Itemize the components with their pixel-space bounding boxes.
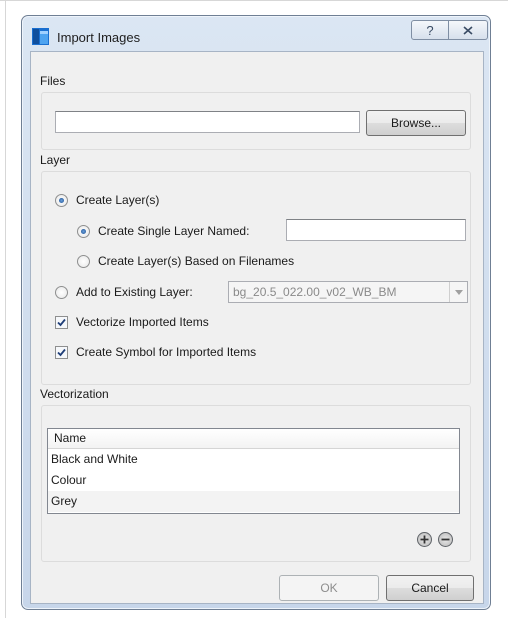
vectorize-checkbox[interactable] bbox=[55, 315, 68, 329]
vectorization-list[interactable]: Name Black and White Colour Grey bbox=[47, 428, 460, 514]
page-top-rule bbox=[0, 0, 508, 1]
layers-from-filenames-label: Create Layer(s) Based on Filenames bbox=[98, 254, 295, 268]
create-layers-option[interactable]: Create Layer(s) bbox=[55, 193, 159, 207]
help-button[interactable]: ? bbox=[411, 20, 449, 40]
help-icon: ? bbox=[426, 22, 434, 38]
existing-layer-select[interactable]: bg_20.5_022.00_v02_WB_BM bbox=[228, 281, 468, 303]
cancel-button[interactable]: Cancel bbox=[386, 575, 474, 601]
ok-button-label: OK bbox=[320, 581, 338, 595]
dialog-title: Import Images bbox=[57, 30, 141, 45]
create-layers-radio[interactable] bbox=[55, 193, 68, 207]
vectorization-group-label: Vectorization bbox=[40, 387, 109, 401]
list-item[interactable]: Colour bbox=[48, 470, 459, 491]
close-icon bbox=[463, 25, 473, 35]
ok-button[interactable]: OK bbox=[279, 575, 379, 601]
title-bar[interactable]: Import Images ? bbox=[22, 16, 490, 52]
existing-layer-value: bg_20.5_022.00_v02_WB_BM bbox=[233, 285, 397, 299]
checkmark-icon bbox=[57, 348, 66, 356]
layers-from-filenames-option[interactable]: Create Layer(s) Based on Filenames bbox=[77, 254, 294, 268]
create-single-layer-label: Create Single Layer Named: bbox=[98, 224, 250, 238]
plus-circle-icon[interactable] bbox=[417, 532, 432, 547]
create-layers-label: Create Layer(s) bbox=[76, 193, 160, 207]
minus-circle-icon[interactable] bbox=[438, 532, 453, 547]
page-left-rule bbox=[5, 0, 6, 618]
layer-group-label: Layer bbox=[40, 153, 71, 167]
list-item[interactable]: Grey bbox=[48, 491, 459, 512]
files-group-label: Files bbox=[40, 74, 66, 88]
chevron-down-icon bbox=[449, 282, 467, 302]
browse-button[interactable]: Browse... bbox=[366, 110, 466, 136]
import-images-dialog: Import Images ? Files Browse... Layer Cr… bbox=[21, 15, 491, 610]
vectorize-label: Vectorize Imported Items bbox=[76, 315, 209, 329]
vectorize-option[interactable]: Vectorize Imported Items bbox=[55, 315, 209, 329]
create-single-layer-radio[interactable] bbox=[77, 224, 90, 238]
add-existing-layer-radio[interactable] bbox=[55, 285, 68, 299]
files-group: Files Browse... bbox=[40, 74, 471, 150]
create-symbol-option[interactable]: Create Symbol for Imported Items bbox=[55, 345, 256, 359]
layers-from-filenames-radio[interactable] bbox=[77, 254, 90, 268]
add-existing-layer-option[interactable]: Add to Existing Layer: bbox=[55, 285, 193, 299]
file-path-input[interactable] bbox=[55, 111, 360, 133]
app-icon bbox=[32, 28, 49, 45]
add-existing-layer-label: Add to Existing Layer: bbox=[76, 285, 193, 299]
create-single-layer-option[interactable]: Create Single Layer Named: bbox=[77, 224, 249, 238]
list-column-header-name[interactable]: Name bbox=[48, 429, 459, 449]
layer-group: Layer Create Layer(s) Create Single Laye… bbox=[40, 153, 471, 385]
vectorization-group: Vectorization Name Black and White Colou… bbox=[40, 387, 471, 562]
list-item[interactable]: Black and White bbox=[48, 449, 459, 470]
cancel-button-label: Cancel bbox=[411, 581, 449, 595]
dialog-body: Files Browse... Layer Create Layer(s) Cr… bbox=[30, 51, 484, 604]
single-layer-name-input[interactable] bbox=[286, 219, 466, 241]
create-symbol-label: Create Symbol for Imported Items bbox=[76, 345, 257, 359]
checkmark-icon bbox=[57, 318, 66, 326]
create-symbol-checkbox[interactable] bbox=[55, 345, 68, 359]
browse-button-label: Browse... bbox=[390, 116, 441, 130]
close-button[interactable] bbox=[449, 20, 488, 40]
